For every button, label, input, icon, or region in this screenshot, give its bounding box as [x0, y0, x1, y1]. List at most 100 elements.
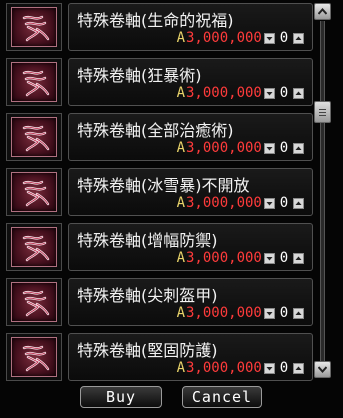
increase-qty-button[interactable] [293, 307, 304, 319]
scroll-icon [11, 282, 57, 322]
increase-qty-button[interactable] [293, 142, 304, 154]
decrease-qty-button[interactable] [264, 197, 275, 209]
arrow-down-icon [266, 36, 273, 40]
item-price: 3,000,000 [186, 250, 262, 266]
arrow-up-icon [295, 366, 302, 370]
item-price: 3,000,000 [186, 360, 262, 376]
currency-symbol: A [176, 305, 185, 321]
list-item[interactable]: 特殊卷軸(全部治癒術) A 3,000,000 0 [6, 113, 313, 168]
item-icon-frame[interactable] [6, 333, 62, 381]
arrow-up-icon [295, 146, 302, 150]
list-item[interactable]: 特殊卷軸(生命的祝福) A 3,000,000 0 [6, 3, 313, 58]
item-price: 3,000,000 [186, 305, 262, 321]
decrease-qty-button[interactable] [264, 32, 275, 44]
increase-qty-button[interactable] [293, 197, 304, 209]
price-row: A 3,000,000 0 [177, 359, 304, 377]
item-quantity[interactable]: 0 [275, 30, 293, 46]
list-item[interactable]: 特殊卷軸(冰雪暴)不開放 A 3,000,000 0 [6, 168, 313, 223]
increase-qty-button[interactable] [293, 252, 304, 264]
item-panel: 特殊卷軸(狂暴術) A 3,000,000 0 [68, 58, 313, 106]
list-item[interactable]: 特殊卷軸(堅固防護) A 3,000,000 0 [6, 333, 313, 388]
thumb-grip [319, 109, 326, 110]
item-panel: 特殊卷軸(尖刺盔甲) A 3,000,000 0 [68, 278, 313, 326]
increase-qty-button[interactable] [293, 87, 304, 99]
item-icon-frame[interactable] [6, 58, 62, 106]
list-item[interactable]: 特殊卷軸(增幅防禦) A 3,000,000 0 [6, 223, 313, 278]
item-panel: 特殊卷軸(堅固防護) A 3,000,000 0 [68, 333, 313, 381]
item-name: 特殊卷軸(冰雪暴)不開放 [77, 176, 250, 195]
arrow-down-icon [266, 366, 273, 370]
item-panel: 特殊卷軸(冰雪暴)不開放 A 3,000,000 0 [68, 168, 313, 216]
list-item[interactable]: 特殊卷軸(狂暴術) A 3,000,000 0 [6, 58, 313, 113]
item-quantity[interactable]: 0 [275, 360, 293, 376]
arrow-down-icon [266, 201, 273, 205]
arrow-down-icon [266, 311, 273, 315]
item-quantity[interactable]: 0 [275, 85, 293, 101]
cancel-button[interactable]: Cancel [182, 386, 262, 408]
decrease-qty-button[interactable] [264, 87, 275, 99]
item-price: 3,000,000 [186, 85, 262, 101]
arrow-down-icon [266, 91, 273, 95]
price-row: A 3,000,000 0 [177, 139, 304, 157]
item-price: 3,000,000 [186, 195, 262, 211]
item-quantity[interactable]: 0 [275, 195, 293, 211]
item-icon-frame[interactable] [6, 3, 62, 51]
decrease-qty-button[interactable] [264, 142, 275, 154]
item-icon-frame[interactable] [6, 113, 62, 161]
scrollbar-track[interactable] [320, 21, 325, 361]
price-row: A 3,000,000 0 [177, 84, 304, 102]
item-name: 特殊卷軸(增幅防禦) [77, 231, 218, 250]
buy-button[interactable]: Buy [80, 386, 162, 408]
price-row: A 3,000,000 0 [177, 194, 304, 212]
arrow-up-icon [295, 256, 302, 260]
shop-window: 特殊卷軸(生命的祝福) A 3,000,000 0 特殊卷軸(狂暴術) A 3,… [0, 0, 343, 418]
thumb-grip [319, 112, 326, 113]
increase-qty-button[interactable] [293, 32, 304, 44]
item-name: 特殊卷軸(狂暴術) [77, 66, 202, 85]
list-item[interactable]: 特殊卷軸(尖刺盔甲) A 3,000,000 0 [6, 278, 313, 333]
item-icon-frame[interactable] [6, 278, 62, 326]
currency-symbol: A [176, 250, 185, 266]
item-panel: 特殊卷軸(全部治癒術) A 3,000,000 0 [68, 113, 313, 161]
scroll-icon [11, 337, 57, 377]
decrease-qty-button[interactable] [264, 362, 275, 374]
item-name: 特殊卷軸(堅固防護) [77, 341, 218, 360]
arrow-up-icon [295, 91, 302, 95]
scrollbar[interactable] [314, 3, 332, 381]
arrow-down-icon [266, 256, 273, 260]
item-name: 特殊卷軸(全部治癒術) [77, 121, 234, 140]
item-panel: 特殊卷軸(生命的祝福) A 3,000,000 0 [68, 3, 313, 51]
item-name: 特殊卷軸(生命的祝福) [77, 11, 234, 30]
chevron-down-icon [318, 366, 327, 373]
currency-symbol: A [176, 30, 185, 46]
currency-symbol: A [176, 140, 185, 156]
scroll-icon [11, 172, 57, 212]
scroll-up-button[interactable] [314, 3, 331, 20]
thumb-grip [319, 115, 326, 116]
item-quantity[interactable]: 0 [275, 305, 293, 321]
price-row: A 3,000,000 0 [177, 249, 304, 267]
item-icon-frame[interactable] [6, 223, 62, 271]
decrease-qty-button[interactable] [264, 252, 275, 264]
arrow-up-icon [295, 201, 302, 205]
scroll-icon [11, 62, 57, 102]
item-list: 特殊卷軸(生命的祝福) A 3,000,000 0 特殊卷軸(狂暴術) A 3,… [6, 3, 313, 388]
decrease-qty-button[interactable] [264, 307, 275, 319]
item-panel: 特殊卷軸(增幅防禦) A 3,000,000 0 [68, 223, 313, 271]
scroll-icon [11, 227, 57, 267]
arrow-up-icon [295, 36, 302, 40]
scrollbar-thumb[interactable] [314, 101, 331, 123]
item-price: 3,000,000 [186, 140, 262, 156]
item-quantity[interactable]: 0 [275, 250, 293, 266]
increase-qty-button[interactable] [293, 362, 304, 374]
action-bar: Buy Cancel [0, 386, 343, 410]
scroll-icon [11, 117, 57, 157]
arrow-down-icon [266, 146, 273, 150]
item-quantity[interactable]: 0 [275, 140, 293, 156]
scroll-down-button[interactable] [314, 361, 331, 378]
price-row: A 3,000,000 0 [177, 29, 304, 47]
currency-symbol: A [176, 195, 185, 211]
item-icon-frame[interactable] [6, 168, 62, 216]
chevron-up-icon [318, 8, 327, 15]
scroll-icon [11, 7, 57, 47]
